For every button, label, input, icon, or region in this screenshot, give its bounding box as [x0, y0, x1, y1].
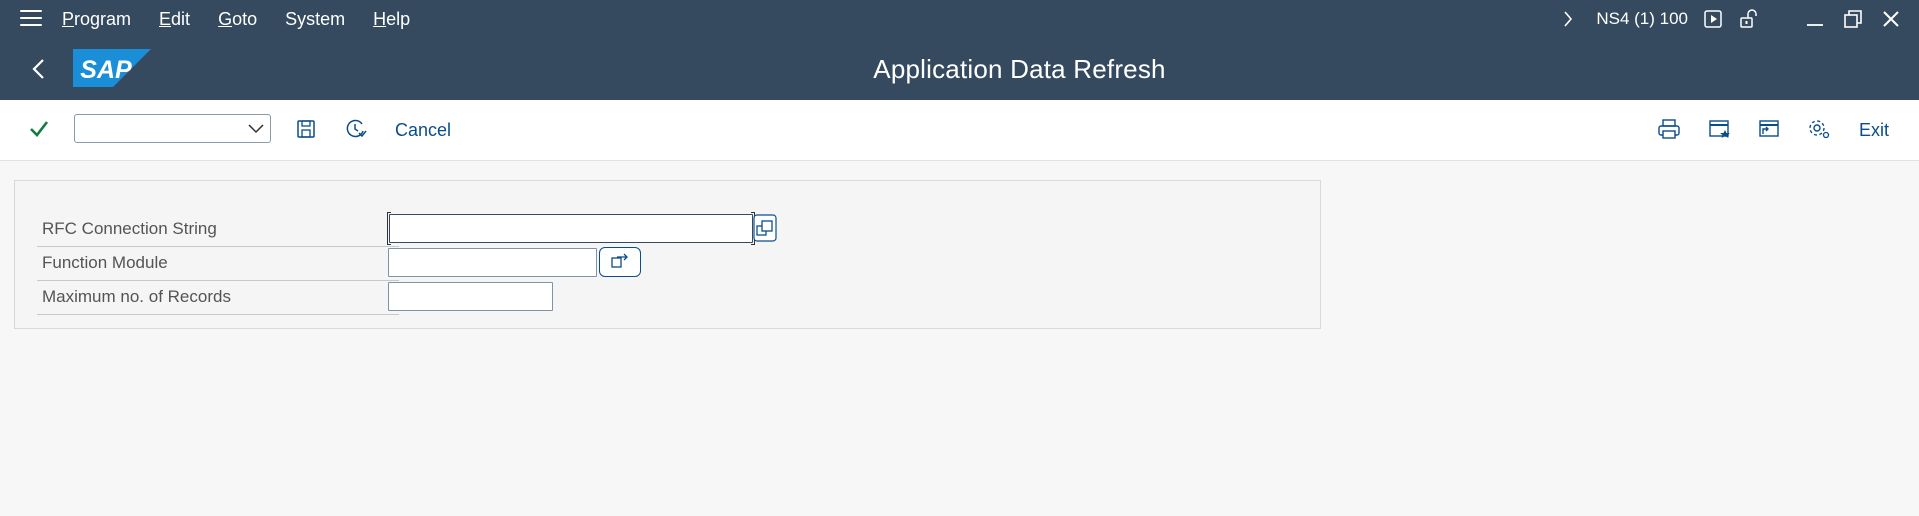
selection-panel: RFC Connection String Function Module Ma…	[14, 180, 1321, 329]
chevron-down-icon[interactable]	[248, 121, 264, 140]
form-row-rfc: RFC Connection String	[37, 213, 399, 247]
menu-help[interactable]: Help	[373, 9, 410, 30]
history-clock-icon[interactable]	[344, 118, 368, 145]
save-icon[interactable]	[295, 118, 317, 145]
menu-bar: Program Edit Goto System Help NS4 (1) 10…	[0, 0, 1919, 38]
menu-program[interactable]: Program	[62, 9, 131, 30]
rfc-connection-input[interactable]	[390, 215, 752, 242]
enter-checkmark-icon[interactable]	[28, 118, 50, 145]
value-help-icon[interactable]	[753, 214, 777, 242]
print-icon[interactable]	[1657, 118, 1681, 145]
external-link-icon	[609, 250, 631, 275]
play-icon[interactable]	[1702, 0, 1724, 38]
command-field-input[interactable]	[81, 115, 245, 142]
exit-button[interactable]: Exit	[1859, 100, 1889, 160]
new-session-icon[interactable]	[1708, 118, 1732, 145]
cancel-button[interactable]: Cancel	[395, 100, 451, 160]
max-records-label: Maximum no. of Records	[42, 287, 231, 306]
settings-gear-icon[interactable]	[1807, 118, 1831, 145]
max-records-field[interactable]	[388, 282, 553, 311]
unlock-icon[interactable]	[1738, 0, 1760, 38]
function-module-label: Function Module	[42, 253, 168, 272]
title-bar: SAP Application Data Refresh	[0, 38, 1919, 100]
minimize-icon[interactable]	[1804, 0, 1826, 38]
chevron-right-icon[interactable]	[1558, 0, 1578, 38]
navigate-button[interactable]	[599, 247, 641, 277]
system-info: NS4 (1) 100	[1596, 9, 1688, 28]
close-icon[interactable]	[1880, 0, 1902, 38]
function-module-input[interactable]	[389, 249, 596, 276]
page-title: Application Data Refresh	[873, 54, 1166, 84]
rfc-connection-field[interactable]	[387, 212, 755, 245]
function-module-field[interactable]	[388, 248, 597, 277]
hamburger-menu-icon[interactable]	[20, 10, 42, 28]
command-field[interactable]	[74, 114, 271, 143]
restore-icon[interactable]	[1842, 0, 1864, 38]
shortcut-window-icon[interactable]	[1757, 118, 1781, 145]
menu-system[interactable]: System	[285, 9, 345, 30]
menu-edit[interactable]: Edit	[159, 9, 190, 30]
max-records-input[interactable]	[389, 283, 552, 310]
menu-items: Program Edit Goto System Help	[62, 0, 438, 38]
menu-goto[interactable]: Goto	[218, 9, 257, 30]
form-row-function-module: Function Module	[37, 247, 399, 281]
application-toolbar: Cancel Exit	[0, 100, 1919, 161]
rfc-connection-label: RFC Connection String	[42, 219, 217, 238]
form-row-max-records: Maximum no. of Records	[37, 281, 399, 315]
